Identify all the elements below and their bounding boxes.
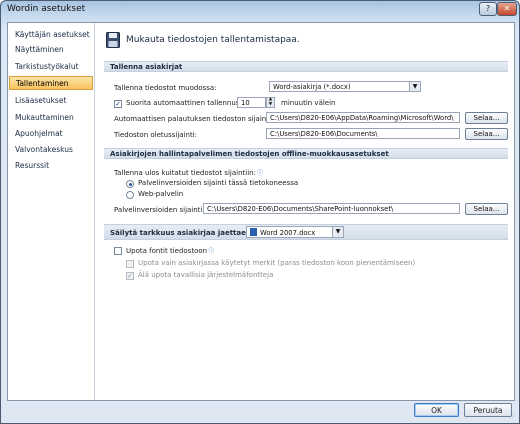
window-title: Wordin asetukset — [7, 4, 86, 14]
browse-default-button[interactable]: Selaa... — [465, 128, 508, 140]
resize-grip-icon[interactable]: ⋰ — [509, 413, 517, 421]
info-icon: ⓘ — [256, 170, 263, 177]
autorecover-minutes-field[interactable]: 10 — [237, 97, 266, 108]
browse-autorecover-button[interactable]: Selaa... — [465, 112, 508, 124]
embed-fonts-label: Upota fontit tiedostoonⓘ — [126, 247, 215, 255]
help-button[interactable]: ? — [479, 2, 497, 16]
options-window: Wordin asetukset ? ✕ Käyttäjän asetukset… — [0, 0, 520, 424]
sidebar-item-customize[interactable]: Mukauttaminen — [9, 111, 93, 125]
embed-fonts-checkbox[interactable] — [114, 247, 122, 255]
autorecover-label: Suorita automaattinen tallennus — [126, 99, 240, 107]
radio-web-label: Web-palvelin — [138, 190, 184, 198]
sidebar: Käyttäjän asetukset Näyttäminen Tarkistu… — [8, 23, 95, 400]
spin-down-icon: ▼ — [268, 101, 273, 107]
sidebar-item-advanced[interactable]: Lisäasetukset — [9, 94, 93, 108]
radio-web-server[interactable] — [126, 191, 134, 199]
word-document-icon — [250, 228, 257, 236]
sidebar-item-trust-center[interactable]: Valvontakeskus — [9, 143, 93, 157]
radio-local-label: Palvelinversioiden sijainti tässä tietok… — [138, 179, 299, 187]
sidebar-item-resources[interactable]: Resurssit — [9, 159, 93, 173]
drafts-path-field[interactable]: C:\Users\D820-E06\Documents\SharePoint-l… — [203, 203, 460, 214]
embed-only-used-checkbox[interactable] — [126, 260, 134, 268]
chevron-down-icon: ▼ — [332, 227, 343, 237]
chevron-down-icon: ▼ — [409, 82, 420, 91]
format-label: Tallenna tiedostot muodossa: — [114, 84, 217, 92]
sidebar-item-addins[interactable]: Apuohjelmat — [9, 127, 93, 141]
autorecover-unit: minuutin välein — [281, 99, 336, 107]
sidebar-item-popular[interactable]: Käyttäjän asetukset — [9, 28, 93, 42]
fidelity-doc-dropdown[interactable]: Word 2007.docx ▼ — [246, 226, 344, 238]
sidebar-item-display[interactable]: Näyttäminen — [9, 43, 93, 57]
format-dropdown[interactable]: Word-asiakirja (*.docx) ▼ — [269, 81, 421, 92]
sidebar-item-save[interactable]: Tallentaminen — [9, 76, 93, 90]
close-button[interactable]: ✕ — [497, 2, 517, 16]
sidebar-item-proofing[interactable]: Tarkistustyökalut — [9, 60, 93, 74]
fidelity-label: Säilytä tarkkuus asiakirjaa jaettaessa: — [110, 229, 262, 237]
radio-local-drafts[interactable] — [126, 180, 134, 188]
floppy-disk-icon — [106, 32, 120, 48]
format-value: Word-asiakirja (*.docx) — [273, 83, 351, 91]
options-frame: Käyttäjän asetukset Näyttäminen Tarkistu… — [7, 22, 515, 401]
info-icon: ⓘ — [208, 248, 215, 255]
title-bar: Wordin asetukset ? ✕ — [1, 1, 519, 18]
cancel-button[interactable]: Peruuta — [464, 403, 512, 417]
embed-only-used-label: Upota vain asiakirjassa käytetyt merkit … — [138, 259, 416, 267]
offline-section-header: Asiakirjojen hallintapalvelimen tiedosto… — [104, 148, 508, 159]
no-system-fonts-label: Älä upota tavallisia järjestelmäfontteja — [138, 271, 274, 279]
drafts-path-label: Palvelinversioiden sijainti: — [114, 206, 205, 214]
no-system-fonts-checkbox[interactable]: ✓ — [126, 272, 134, 280]
default-path-field[interactable]: C:\Users\D820-E06\Documents\ — [266, 128, 460, 139]
autorecover-checkbox[interactable]: ✓ — [114, 100, 122, 108]
browse-drafts-button[interactable]: Selaa... — [465, 203, 508, 215]
autorecover-path-field[interactable]: C:\Users\D820-E06\AppData\Roaming\Micros… — [266, 112, 460, 123]
save-section-header: Tallenna asiakirjat — [104, 61, 508, 72]
minutes-spinner[interactable]: ▲ ▼ — [266, 97, 275, 108]
autorecover-path-label: Automaattisen palautuksen tiedoston sija… — [114, 115, 274, 123]
content-pane: Mukauta tiedostojen tallentamistapaa. Ta… — [96, 23, 513, 400]
fidelity-doc-value: Word 2007.docx — [260, 229, 316, 237]
checkout-label: Tallenna ulos kuitatut tiedostot sijaint… — [114, 169, 263, 177]
banner: Mukauta tiedostojen tallentamistapaa. — [106, 31, 366, 53]
default-path-label: Tiedoston oletussijainti: — [114, 131, 197, 139]
banner-text: Mukauta tiedostojen tallentamistapaa. — [126, 35, 300, 45]
ok-button[interactable]: OK — [414, 403, 459, 417]
